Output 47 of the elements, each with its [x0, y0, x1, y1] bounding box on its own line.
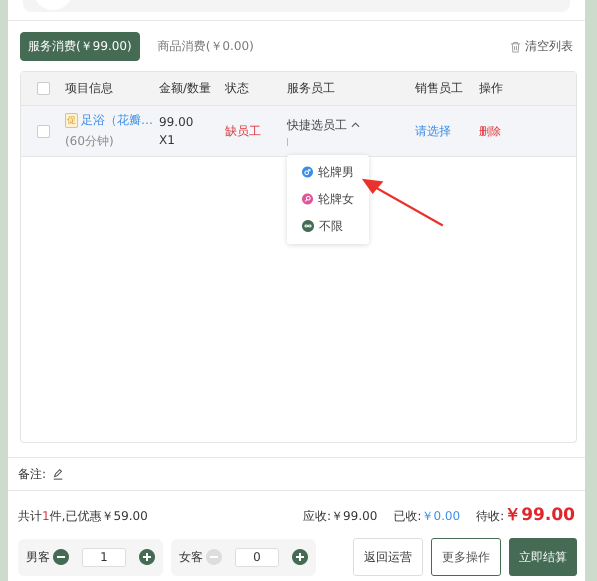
- status-text: 缺员工: [225, 124, 261, 138]
- column-header: 金额/数量: [159, 80, 212, 97]
- pencil-icon[interactable]: [52, 468, 64, 480]
- action-button[interactable]: 更多操作: [431, 538, 501, 576]
- chevron-icon: [351, 122, 360, 128]
- menu-item[interactable]: 轮牌男: [287, 158, 369, 186]
- plus-icon: [142, 552, 152, 562]
- column-header: 服务员工: [287, 80, 336, 97]
- checkbox[interactable]: [36, 82, 50, 95]
- duration-text: (60分钟): [65, 133, 115, 150]
- menu-item[interactable]: 不限: [287, 212, 369, 240]
- plus-icon: [295, 552, 305, 562]
- checkbox[interactable]: [36, 124, 50, 138]
- column-header: 操作: [479, 80, 504, 97]
- quantity-text: X1: [159, 133, 176, 147]
- minus-button[interactable]: [53, 549, 69, 565]
- infinity-icon: [302, 220, 314, 232]
- female-icon: [302, 193, 313, 205]
- plus-button[interactable]: [292, 549, 308, 565]
- count-field[interactable]: 1: [82, 548, 126, 566]
- notes-label: 备注:: [18, 466, 46, 482]
- trash-icon: [510, 40, 521, 52]
- pending-amount: ￥99.00: [504, 504, 575, 526]
- price-text: 99.00: [159, 115, 194, 129]
- paid-label: 已收:: [393, 508, 422, 525]
- column-header: 项目信息: [65, 80, 114, 97]
- tab[interactable]: 商品消费(￥0.00): [150, 32, 262, 61]
- promo-badge: 促: [65, 113, 78, 128]
- delete-link[interactable]: 删除: [479, 124, 501, 138]
- quick-staff-dropdown[interactable]: 快捷选员工: [287, 116, 415, 134]
- action-button[interactable]: 立即结算: [509, 538, 577, 576]
- tab[interactable]: 服务消费(￥99.00): [20, 32, 140, 61]
- column-header: 状态: [225, 80, 250, 97]
- pending-label: 待收:: [476, 508, 504, 525]
- due-amount: ￥99.00: [331, 508, 378, 525]
- menu-item[interactable]: 轮牌女: [287, 186, 369, 212]
- column-header: 销售员工: [415, 80, 464, 97]
- male-icon: [302, 166, 313, 178]
- summary-text: 共计1件,已优惠￥59.00: [18, 508, 148, 525]
- guest-label: 女客: [179, 548, 203, 566]
- paid-amount: ￥0.00: [421, 508, 460, 525]
- clear-list-button[interactable]: 清空列表: [510, 38, 573, 55]
- due-label: 应收:: [303, 508, 332, 525]
- action-button[interactable]: 返回运营: [353, 538, 423, 576]
- plus-button[interactable]: [139, 549, 155, 565]
- guest-label: 男客: [26, 548, 50, 566]
- count-field[interactable]: 0: [235, 548, 279, 566]
